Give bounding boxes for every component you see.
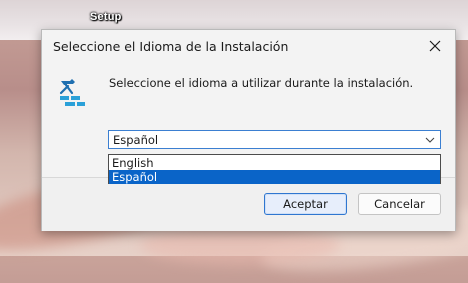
dialog-footer: Aceptar Cancelar — [42, 177, 455, 231]
language-dialog: Seleccione el Idioma de la Instalación S… — [41, 29, 456, 231]
desktop-wallpaper-streak — [140, 225, 340, 265]
cancel-button[interactable]: Cancelar — [358, 193, 441, 215]
installer-icon — [59, 79, 85, 106]
language-option-english[interactable]: English — [109, 156, 440, 170]
language-select[interactable]: Español — [108, 130, 441, 149]
language-dropdown-list: English Español — [108, 154, 441, 184]
dialog-title: Seleccione el Idioma de la Instalación — [53, 39, 289, 54]
language-option-espanol[interactable]: Español — [109, 170, 440, 184]
prompt-text: Seleccione el idioma a utilizar durante … — [109, 76, 414, 90]
close-button[interactable] — [423, 34, 447, 58]
dialog-titlebar[interactable]: Seleccione el Idioma de la Instalación — [42, 30, 455, 62]
setup-window-title: Setup — [90, 11, 122, 23]
accept-button[interactable]: Aceptar — [264, 193, 347, 215]
chevron-down-icon — [425, 137, 435, 143]
language-select-value: Español — [113, 133, 159, 147]
close-icon — [429, 40, 441, 52]
